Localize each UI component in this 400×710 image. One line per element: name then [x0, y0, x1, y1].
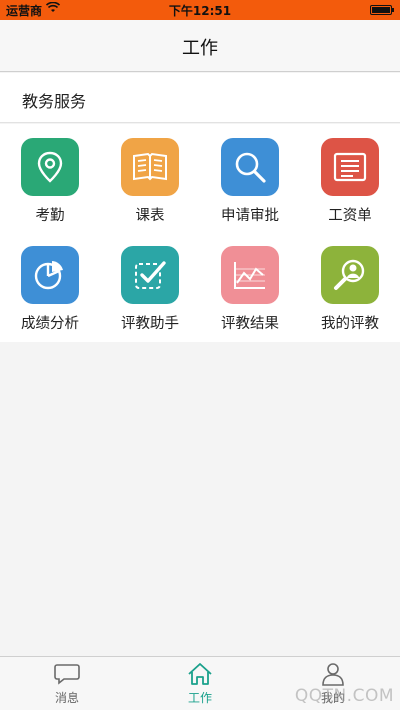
line-chart-icon [221, 246, 279, 304]
page-title: 工作 [182, 38, 218, 59]
clock: 下午12:51 [168, 4, 232, 18]
status-bar: 运营商 下午12:51 [0, 0, 400, 20]
tile-timetable[interactable]: 课表 [100, 124, 200, 228]
checkbox-icon [121, 246, 179, 304]
tile-label: 评教助手 [121, 316, 179, 332]
tile-label: 评教结果 [221, 316, 279, 332]
battery-icon [370, 5, 394, 15]
tab-work[interactable]: 工作 [133, 657, 267, 710]
section-header: 教务服务 [0, 73, 400, 123]
home-icon [186, 662, 214, 686]
tile-label: 考勤 [35, 208, 65, 224]
tile-label: 我的评教 [321, 316, 379, 332]
tile-label: 课表 [135, 208, 165, 224]
tile-grade-analysis[interactable]: 成绩分析 [0, 232, 100, 336]
book-icon [121, 138, 179, 196]
magnifier-icon [221, 138, 279, 196]
tab-label: 工作 [187, 691, 212, 705]
document-list-icon [321, 138, 379, 196]
watermark: QQTN.COM [294, 686, 394, 706]
tile-approval[interactable]: 申请审批 [200, 124, 300, 228]
navigation-bar: 工作 [0, 20, 400, 72]
tile-label: 工资单 [328, 208, 372, 224]
tile-label: 申请审批 [221, 208, 279, 224]
pie-chart-icon [21, 246, 79, 304]
location-pin-icon [21, 138, 79, 196]
tile-payslip[interactable]: 工资单 [300, 124, 400, 228]
tile-my-evaluation[interactable]: 我的评教 [300, 232, 400, 336]
person-search-icon [321, 246, 379, 304]
tile-label: 成绩分析 [21, 316, 79, 332]
person-icon [319, 662, 347, 686]
tile-evaluation-results[interactable]: 评教结果 [200, 232, 300, 336]
battery-fill [372, 7, 390, 13]
tile-attendance[interactable]: 考勤 [0, 124, 100, 228]
tile-evaluation-assistant[interactable]: 评教助手 [100, 232, 200, 336]
tab-messages[interactable]: 消息 [0, 657, 134, 710]
chat-bubble-icon [53, 662, 81, 686]
tab-label: 消息 [54, 691, 79, 705]
section-title: 教务服务 [22, 92, 87, 111]
service-grid: 考勤 课表 申请审批 工资单 成绩分析 评教助手 评教结果 我的评教 [0, 124, 400, 342]
